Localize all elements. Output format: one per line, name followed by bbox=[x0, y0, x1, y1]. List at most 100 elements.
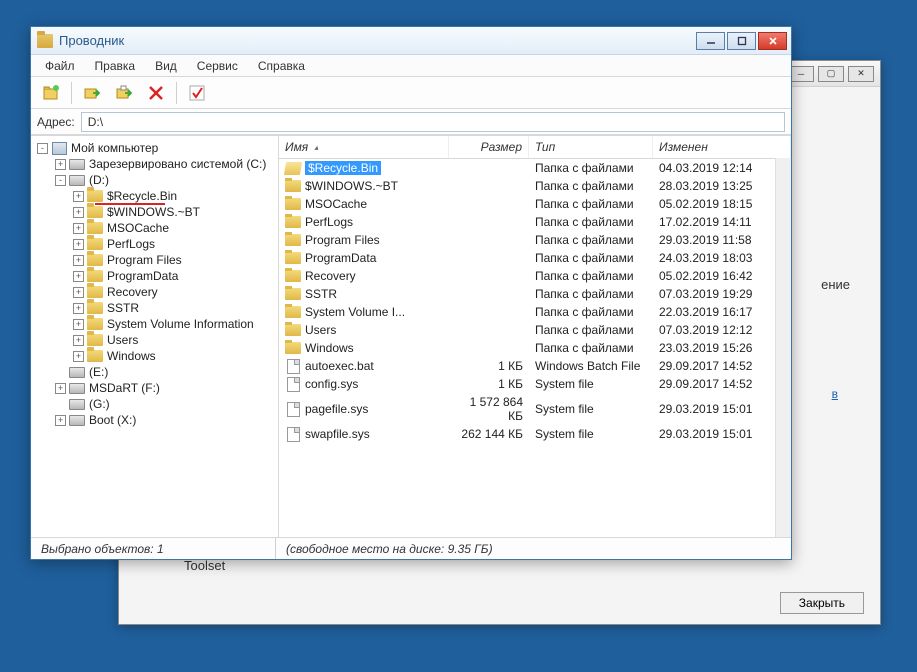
expander-icon[interactable]: + bbox=[73, 351, 84, 362]
expander-icon[interactable]: + bbox=[73, 287, 84, 298]
expander-icon[interactable]: + bbox=[73, 335, 84, 346]
tb-check-button[interactable] bbox=[183, 80, 211, 106]
list-row[interactable]: UsersПапка с файлами07.03.2019 12:12 bbox=[279, 321, 791, 339]
tree-item-3-label: $WINDOWS.~BT bbox=[105, 205, 202, 219]
menu-item-1[interactable]: Правка bbox=[87, 57, 144, 75]
list-row[interactable]: ProgramDataПапка с файлами24.03.2019 18:… bbox=[279, 249, 791, 267]
expander-icon[interactable]: + bbox=[55, 415, 66, 426]
file-type: Папка с файлами bbox=[529, 232, 653, 248]
tree-item-0[interactable]: +Зарезервировано системой (C:) bbox=[33, 156, 276, 172]
expander-icon[interactable]: + bbox=[73, 223, 84, 234]
tree-item-12[interactable]: +Windows bbox=[33, 348, 276, 364]
tb-delete-button[interactable] bbox=[142, 80, 170, 106]
tree-item-4-icon bbox=[87, 221, 103, 235]
app-icon bbox=[37, 34, 53, 48]
list-row[interactable]: autoexec.bat1 КБWindows Batch File29.09.… bbox=[279, 357, 791, 375]
file-modified: 29.09.2017 14:52 bbox=[653, 376, 791, 392]
window-title: Проводник bbox=[59, 33, 690, 48]
tree-item-8[interactable]: + Recovery bbox=[33, 284, 276, 300]
expander-icon[interactable]: + bbox=[73, 303, 84, 314]
expander-icon[interactable]: - bbox=[55, 175, 66, 186]
tree-item-9[interactable]: +SSTR bbox=[33, 300, 276, 316]
explorer-window: Проводник ФайлПравкаВидСервисСправка Адр… bbox=[30, 26, 792, 560]
file-size bbox=[449, 257, 529, 259]
tb-move-button[interactable] bbox=[110, 80, 138, 106]
titlebar[interactable]: Проводник bbox=[31, 27, 791, 55]
tree-item-9-icon bbox=[87, 301, 103, 315]
file-list[interactable]: Имя▴ Размер Тип Изменен $Recycle.BinПапк… bbox=[279, 136, 791, 537]
expander-icon[interactable]: + bbox=[73, 255, 84, 266]
tree-item-13[interactable]: (E:) bbox=[33, 364, 276, 380]
folder-icon bbox=[285, 287, 301, 301]
file-size bbox=[449, 185, 529, 187]
tree-item-11[interactable]: +Users bbox=[33, 332, 276, 348]
tree-item-2-icon bbox=[87, 189, 103, 203]
tb-copy-button[interactable] bbox=[78, 80, 106, 106]
expander-icon[interactable]: + bbox=[73, 191, 84, 202]
tree-item-4[interactable]: + MSOCache bbox=[33, 220, 276, 236]
menu-item-4[interactable]: Справка bbox=[250, 57, 313, 75]
bg-close-button[interactable]: ✕ bbox=[848, 66, 874, 82]
bg-link-fragment[interactable]: в bbox=[832, 387, 838, 401]
tb-new-folder-button[interactable] bbox=[37, 80, 65, 106]
file-name: swapfile.sys bbox=[305, 427, 370, 441]
expander-icon[interactable]: + bbox=[73, 319, 84, 330]
tree-root-my-computer-icon bbox=[51, 141, 67, 155]
expander-icon[interactable]: - bbox=[37, 143, 48, 154]
tree-item-15[interactable]: (G:) bbox=[33, 396, 276, 412]
tree-item-6[interactable]: +Program Files bbox=[33, 252, 276, 268]
maximize-button[interactable] bbox=[727, 32, 756, 50]
expander-icon[interactable]: + bbox=[73, 207, 84, 218]
expander-icon[interactable]: + bbox=[73, 271, 84, 282]
list-row[interactable]: $WINDOWS.~BTПапка с файлами28.03.2019 13… bbox=[279, 177, 791, 195]
file-type: System file bbox=[529, 376, 653, 392]
tree-item-14[interactable]: + MSDaRT (F:) bbox=[33, 380, 276, 396]
list-row[interactable]: SSTRПапка с файлами07.03.2019 19:29 bbox=[279, 285, 791, 303]
col-header-modified[interactable]: Изменен bbox=[653, 136, 791, 158]
tree-item-8-label: Recovery bbox=[105, 285, 160, 299]
menu-item-3[interactable]: Сервис bbox=[189, 57, 246, 75]
list-row[interactable]: WindowsПапка с файлами23.03.2019 15:26 bbox=[279, 339, 791, 357]
minimize-button[interactable] bbox=[696, 32, 725, 50]
tree-item-2[interactable]: +$Recycle.Bin bbox=[33, 188, 276, 204]
tree-item-14-label: MSDaRT (F:) bbox=[87, 381, 162, 395]
bg-close-action-button[interactable]: Закрыть bbox=[780, 592, 864, 614]
col-header-name[interactable]: Имя▴ bbox=[279, 136, 449, 158]
menu-item-2[interactable]: Вид bbox=[147, 57, 185, 75]
folder-tree[interactable]: -Мой компьютер+Зарезервировано системой … bbox=[31, 136, 279, 537]
col-header-size[interactable]: Размер bbox=[449, 136, 529, 158]
menubar: ФайлПравкаВидСервисСправка bbox=[31, 55, 791, 77]
close-button[interactable] bbox=[758, 32, 787, 50]
list-row[interactable]: pagefile.sys1 572 864 КБSystem file29.03… bbox=[279, 393, 791, 425]
list-row[interactable]: $Recycle.BinПапка с файлами04.03.2019 12… bbox=[279, 159, 791, 177]
tree-item-5[interactable]: +PerfLogs bbox=[33, 236, 276, 252]
tree-item-4-label: MSOCache bbox=[105, 221, 171, 235]
list-row[interactable]: RecoveryПапка с файлами05.02.2019 16:42 bbox=[279, 267, 791, 285]
tree-item-1[interactable]: -(D:) bbox=[33, 172, 276, 188]
tree-item-16[interactable]: + Boot (X:) bbox=[33, 412, 276, 428]
col-header-type[interactable]: Тип bbox=[529, 136, 653, 158]
list-row[interactable]: System Volume I...Папка с файлами22.03.2… bbox=[279, 303, 791, 321]
file-name: Recovery bbox=[305, 269, 356, 283]
expander-icon[interactable]: + bbox=[55, 159, 66, 170]
file-modified: 05.02.2019 18:15 bbox=[653, 196, 791, 212]
file-size: 262 144 КБ bbox=[449, 426, 529, 442]
list-row[interactable]: config.sys1 КБSystem file29.09.2017 14:5… bbox=[279, 375, 791, 393]
tree-item-3[interactable]: + $WINDOWS.~BT bbox=[33, 204, 276, 220]
expander-icon[interactable]: + bbox=[73, 239, 84, 250]
bg-maximize-button[interactable]: ▢ bbox=[818, 66, 844, 82]
list-scrollbar[interactable] bbox=[775, 158, 791, 537]
address-input[interactable] bbox=[81, 112, 785, 132]
tree-item-11-icon bbox=[87, 333, 103, 347]
tree-item-16-label: Boot (X:) bbox=[87, 413, 138, 427]
tree-item-15-label: (G:) bbox=[87, 397, 112, 411]
list-row[interactable]: swapfile.sys262 144 КБSystem file29.03.2… bbox=[279, 425, 791, 443]
tree-item-10[interactable]: +System Volume Information bbox=[33, 316, 276, 332]
expander-icon[interactable]: + bbox=[55, 383, 66, 394]
list-row[interactable]: Program FilesПапка с файлами29.03.2019 1… bbox=[279, 231, 791, 249]
tree-item-7[interactable]: +ProgramData bbox=[33, 268, 276, 284]
list-row[interactable]: PerfLogsПапка с файлами17.02.2019 14:11 bbox=[279, 213, 791, 231]
list-row[interactable]: MSOCacheПапка с файлами05.02.2019 18:15 bbox=[279, 195, 791, 213]
tree-root-my-computer[interactable]: -Мой компьютер bbox=[33, 140, 276, 156]
menu-item-0[interactable]: Файл bbox=[37, 57, 83, 75]
